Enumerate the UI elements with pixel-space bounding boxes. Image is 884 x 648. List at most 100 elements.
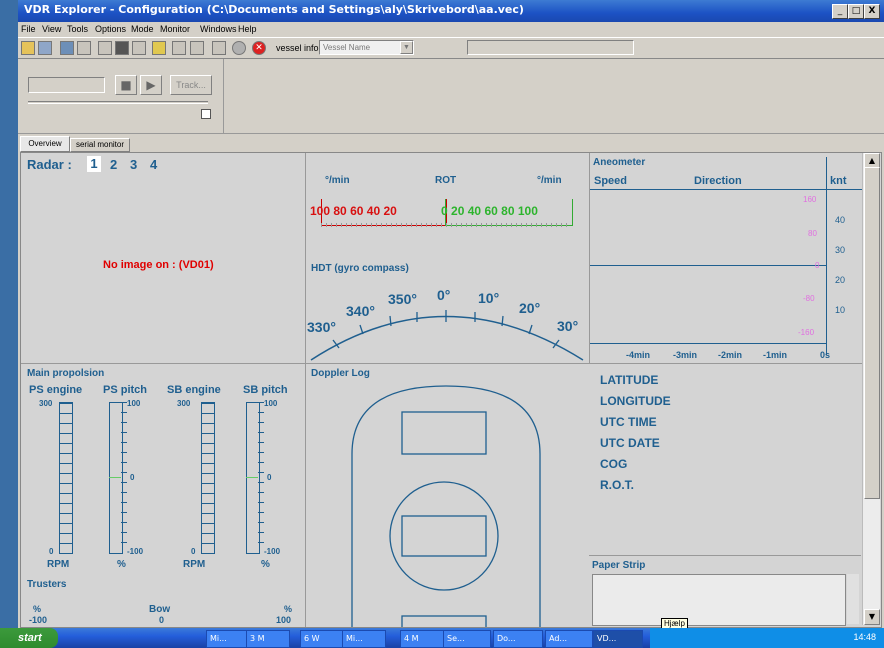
star-icon[interactable] — [152, 41, 166, 55]
dir-scale-minus-160: -160 — [798, 328, 815, 337]
menu-file[interactable]: File — [21, 24, 36, 34]
speed-trace — [590, 265, 826, 266]
cog-label: COG — [600, 457, 628, 471]
close-button[interactable]: X — [864, 4, 880, 19]
rot-label: R.O.T. — [600, 478, 635, 492]
time-2min: -2min — [718, 350, 743, 360]
anemometer-axis — [826, 157, 827, 355]
system-tray: 14:48 — [650, 628, 884, 648]
longitude-label: LONGITUDE — [600, 394, 671, 408]
radar-option-2[interactable]: 2 — [110, 157, 117, 172]
menu-view[interactable]: View — [42, 24, 61, 34]
hdt-title: HDT (gyro compass) — [311, 263, 409, 274]
menu-mode[interactable]: Mode — [131, 24, 154, 34]
propulsion-title: Main propolsion — [27, 368, 105, 379]
rot-red-60: 60 — [350, 204, 364, 218]
scroll-thumb[interactable] — [864, 167, 880, 499]
sb-pitch-zero: 0 — [267, 473, 272, 482]
taskbar-item-8[interactable]: Ad... — [545, 630, 593, 648]
menu-monitor[interactable]: Monitor — [160, 24, 190, 34]
thruster-left-unit: % — [33, 604, 42, 614]
taskbar-item-6[interactable]: Se... — [443, 630, 491, 648]
vessel-info-field[interactable] — [467, 40, 634, 55]
doppler-log-panel: Doppler Log — [306, 364, 589, 627]
taskbar-item-1[interactable]: Mi... — [206, 630, 248, 648]
utc-date-label: UTC DATE — [600, 436, 660, 450]
app-window: VDR Explorer - Configuration (C:\Documen… — [18, 0, 884, 629]
ps-engine-min: 0 — [49, 547, 54, 556]
menu-tools[interactable]: Tools — [67, 24, 88, 34]
scroll-down-icon[interactable]: ▼ — [864, 609, 880, 625]
maximize-button[interactable]: □ — [848, 4, 864, 19]
tab-serial-monitor[interactable]: serial monitor — [70, 138, 130, 152]
thruster-center-value: 0 — [159, 615, 165, 625]
ps-pitch-indicator — [109, 477, 121, 478]
direction-label: Direction — [694, 175, 742, 187]
propulsion-panel: Main propolsion PS engine 300 0 RPM PS p… — [21, 364, 306, 627]
stop-button[interactable]: ■ — [115, 75, 137, 95]
menu-options[interactable]: Options — [95, 24, 126, 34]
audio-icon[interactable] — [132, 41, 146, 55]
exit-icon[interactable]: ✕ — [252, 41, 266, 55]
settings-icon[interactable] — [190, 41, 204, 55]
start-button[interactable]: start — [0, 628, 58, 648]
taskbar-item-9-active[interactable]: VD... — [593, 630, 643, 648]
stop-icon[interactable] — [115, 41, 129, 55]
menu-windows[interactable]: Windows — [200, 24, 237, 34]
track-button[interactable]: Track... — [170, 75, 212, 95]
paper-strip-scrollbar[interactable] — [847, 574, 859, 624]
taskbar-item-7[interactable]: Do... — [493, 630, 543, 648]
rot-green-60: 60 — [484, 204, 498, 218]
rot-red-40: 40 — [366, 204, 381, 218]
sb-engine-max: 300 — [177, 399, 191, 408]
menu-help[interactable]: Help — [238, 24, 257, 34]
window-title: VDR Explorer - Configuration (C:\Documen… — [24, 3, 524, 16]
position-field[interactable] — [28, 77, 105, 93]
option-checkbox[interactable] — [201, 109, 211, 119]
taskbar-item-2[interactable]: 3 M — [246, 630, 290, 648]
tools-icon[interactable] — [77, 41, 91, 55]
timeline-slider[interactable] — [28, 101, 208, 104]
minimize-button[interactable]: _ — [832, 4, 848, 19]
dir-scale-160: 160 — [803, 195, 817, 204]
vertical-scrollbar[interactable]: ▲ ▼ — [862, 153, 880, 625]
time-3min: -3min — [673, 350, 698, 360]
dir-scale-0: 0 — [815, 261, 820, 270]
ps-pitch-zero: 0 — [130, 473, 135, 482]
clock: 14:48 — [853, 632, 876, 642]
nav-info-list: LATITUDE LONGITUDE UTC TIME UTC DATE COG… — [600, 370, 671, 496]
hdt-0: 0° — [437, 287, 451, 303]
list-icon[interactable] — [212, 41, 226, 55]
hdt-20: 20° — [519, 300, 541, 316]
paper-strip-area[interactable] — [592, 574, 846, 626]
config-icon[interactable] — [60, 41, 74, 55]
toolbar: ✕ vessel info: Vessel Name ▼ — [18, 37, 884, 59]
radar-option-4[interactable]: 4 — [150, 157, 157, 172]
dir-scale-80: 80 — [808, 229, 817, 238]
save-icon[interactable] — [38, 41, 52, 55]
vessel-name-select[interactable]: Vessel Name ▼ — [319, 40, 414, 55]
taskbar-item-5[interactable]: 4 M — [400, 630, 444, 648]
record-icon[interactable] — [98, 41, 112, 55]
taskbar-item-4[interactable]: Mi... — [342, 630, 386, 648]
globe-icon[interactable] — [232, 41, 246, 55]
scale-30: 30 — [835, 245, 846, 255]
rot-unit-right: °/min — [537, 175, 562, 186]
sb-engine-min: 0 — [191, 547, 196, 556]
wrench-icon[interactable] — [172, 41, 186, 55]
radar-option-3[interactable]: 3 — [130, 157, 137, 172]
sb-engine-gauge — [201, 402, 215, 554]
ps-engine-max: 300 — [39, 399, 53, 408]
dropdown-arrow-icon[interactable]: ▼ — [400, 41, 413, 54]
tab-overview[interactable]: Overview — [20, 136, 70, 152]
time-4min: -4min — [626, 350, 651, 360]
speed-label: Speed — [594, 175, 628, 187]
taskbar-item-3[interactable]: 6 W — [300, 630, 344, 648]
anemometer-panel: Aneometer Speed Direction knt 40 30 20 1… — [589, 153, 862, 364]
ps-pitch-max: 100 — [127, 399, 141, 408]
open-icon[interactable] — [21, 41, 35, 55]
hdt-350: 350° — [388, 291, 417, 307]
thruster-right-unit: % — [284, 604, 293, 614]
radar-option-1[interactable]: 1 — [87, 156, 101, 172]
play-button[interactable]: ▶ — [140, 75, 162, 95]
